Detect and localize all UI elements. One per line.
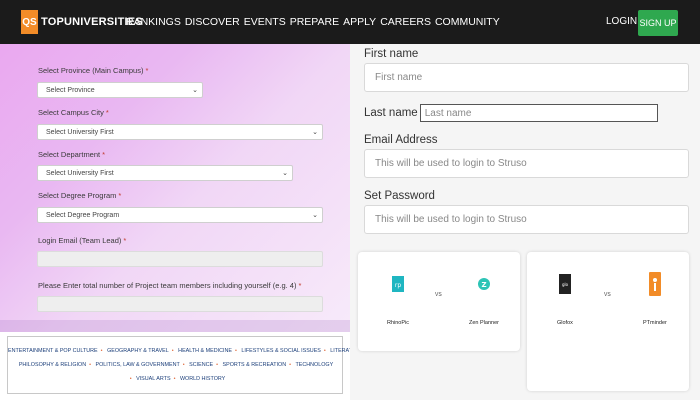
login-email-label: Login Email (Team Lead) * bbox=[38, 236, 127, 245]
svg-text:glo: glo bbox=[562, 282, 569, 287]
department-label: Select Department * bbox=[38, 150, 106, 159]
main-nav: RANKINGS DISCOVER EVENTS PREPARE APPLY C… bbox=[126, 16, 500, 28]
tag-link[interactable]: PHILOSOPHY & RELIGION bbox=[19, 362, 86, 368]
nav-community[interactable]: COMMUNITY bbox=[435, 16, 500, 28]
tag-link[interactable]: VISUAL ARTS bbox=[136, 376, 170, 382]
team-members-label: Please Enter total number of Project tea… bbox=[38, 281, 302, 290]
email-label: Email Address bbox=[364, 134, 438, 146]
comparison-card[interactable]: rp RhinoPic VS Z Zen Planner bbox=[358, 252, 520, 351]
nav-discover[interactable]: DISCOVER bbox=[185, 16, 240, 28]
login-email-input[interactable] bbox=[37, 251, 323, 267]
tag-link[interactable]: POLITICS, LAW & GOVERNMENT bbox=[96, 362, 180, 368]
rhinopic-logo-icon: rp bbox=[391, 266, 405, 302]
ptminder-logo-icon bbox=[648, 266, 662, 302]
campus-city-label: Select Campus City * bbox=[38, 108, 109, 117]
tag-link[interactable]: HEALTH & MEDICINE bbox=[178, 348, 232, 354]
last-name-label: Last name bbox=[364, 107, 418, 119]
province-select[interactable]: Select Province ⌄ bbox=[37, 82, 203, 98]
nav-events[interactable]: EVENTS bbox=[244, 16, 286, 28]
tag-link[interactable]: GEOGRAPHY & TRAVEL bbox=[107, 348, 169, 354]
province-select-value: Select Province bbox=[46, 86, 95, 94]
tag-link[interactable]: SPORTS & RECREATION bbox=[223, 362, 287, 368]
comparison-card[interactable]: glo Glofox VS PTminder bbox=[527, 252, 689, 391]
nav-rankings[interactable]: RANKINGS bbox=[126, 16, 181, 28]
password-label: Set Password bbox=[364, 190, 435, 202]
nav-apply[interactable]: APPLY bbox=[343, 16, 376, 28]
tool-zen-planner[interactable]: Z Zen Planner bbox=[469, 266, 499, 326]
province-label: Select Province (Main Campus) * bbox=[38, 66, 149, 75]
tag-link[interactable]: SCIENCE bbox=[189, 362, 213, 368]
tag-link[interactable]: LIFESTYLES & SOCIAL ISSUES bbox=[241, 348, 321, 354]
site-logo[interactable]: QS TOPUNIVERSITIES bbox=[21, 10, 143, 34]
degree-program-select[interactable]: Select Degree Program ⌄ bbox=[37, 207, 323, 223]
tool-name: Glofox bbox=[557, 320, 573, 326]
tag-link[interactable]: WORLD HISTORY bbox=[180, 376, 225, 382]
chevron-down-icon: ⌄ bbox=[312, 129, 318, 136]
email-field[interactable]: This will be used to login to Struso bbox=[364, 149, 689, 178]
top-navigation-bar: QS TOPUNIVERSITIES RANKINGS DISCOVER EVE… bbox=[0, 0, 700, 44]
vs-label: VS bbox=[435, 292, 442, 298]
svg-text:rp: rp bbox=[395, 282, 401, 289]
tag-link[interactable]: ENTERTAINMENT & POP CULTURE bbox=[8, 348, 98, 354]
department-select[interactable]: Select University First ⌄ bbox=[37, 165, 293, 181]
vs-label: VS bbox=[604, 292, 611, 298]
tool-name: PTminder bbox=[643, 320, 667, 326]
campus-city-select-value: Select University First bbox=[46, 128, 114, 136]
zen-planner-logo-icon: Z bbox=[477, 266, 491, 302]
team-members-input[interactable] bbox=[37, 296, 323, 312]
department-select-value: Select University First bbox=[46, 169, 114, 177]
first-name-field[interactable]: First name bbox=[364, 63, 689, 92]
chevron-down-icon: ⌄ bbox=[192, 87, 198, 94]
tag-link[interactable]: TECHNOLOGY bbox=[295, 362, 333, 368]
glofox-logo-icon: glo bbox=[558, 266, 572, 302]
last-name-field[interactable]: Last name bbox=[419, 104, 658, 122]
tool-rhinopic[interactable]: rp RhinoPic bbox=[387, 266, 409, 326]
tool-name: RhinoPic bbox=[387, 320, 410, 326]
campus-city-select[interactable]: Select University First ⌄ bbox=[37, 124, 323, 140]
tag-line-1: ENTERTAINMENT & POP CULTURE • GEOGRAPHY &… bbox=[8, 348, 364, 354]
signup-button[interactable]: SIGN UP bbox=[638, 10, 678, 36]
degree-program-select-value: Select Degree Program bbox=[46, 211, 120, 219]
login-link[interactable]: LOGIN bbox=[606, 16, 637, 27]
password-field[interactable]: This will be used to login to Struso bbox=[364, 205, 689, 234]
tag-line-2: PHILOSOPHY & RELIGION • POLITICS, LAW & G… bbox=[18, 362, 334, 368]
nav-prepare[interactable]: PREPARE bbox=[290, 16, 339, 28]
last-name-row: Last name Last name bbox=[364, 104, 658, 122]
chevron-down-icon: ⌄ bbox=[282, 170, 288, 177]
tool-glofox[interactable]: glo Glofox bbox=[557, 266, 573, 326]
topic-tags-box: ENTERTAINMENT & POP CULTURE • GEOGRAPHY &… bbox=[7, 336, 364, 394]
svg-text:Z: Z bbox=[481, 281, 486, 289]
nav-careers[interactable]: CAREERS bbox=[380, 16, 431, 28]
tool-name: Zen Planner bbox=[469, 320, 499, 326]
logo-mark: QS bbox=[21, 10, 38, 34]
tag-line-3: • VISUAL ARTS • WORLD HISTORY bbox=[129, 376, 226, 382]
tool-ptminder[interactable]: PTminder bbox=[643, 266, 667, 326]
first-name-label: First name bbox=[364, 48, 419, 60]
chevron-down-icon: ⌄ bbox=[312, 212, 318, 219]
degree-program-label: Select Degree Program * bbox=[38, 191, 122, 200]
